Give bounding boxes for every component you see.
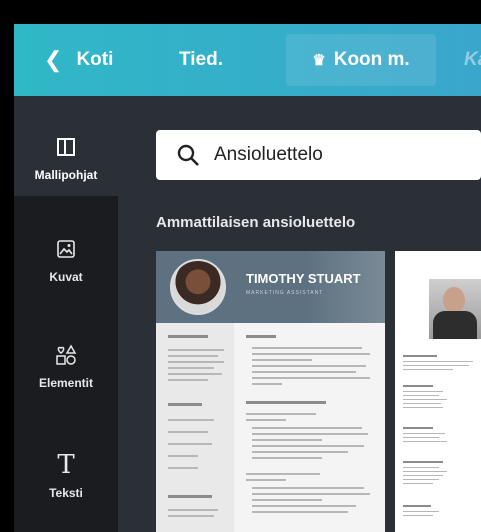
templates-icon bbox=[57, 132, 75, 162]
template-card[interactable] bbox=[395, 251, 481, 532]
template-name: TIMOTHY STUART bbox=[246, 271, 361, 286]
crown-icon: ♛ bbox=[312, 52, 326, 69]
sidebar-item-label: Teksti bbox=[49, 486, 83, 500]
sidebar-item-photos[interactable]: Kuvat bbox=[14, 226, 118, 326]
file-menu-label: Tied. bbox=[179, 49, 223, 70]
sidebar-item-label: Kuvat bbox=[49, 270, 83, 284]
app-frame: ❮ Koti Tied. ♛ Koon m. Ka Mallipohjat Ku… bbox=[0, 0, 481, 532]
search-input[interactable]: Ansioluettelo bbox=[156, 130, 481, 180]
resize-label: Koon m. bbox=[333, 49, 410, 70]
back-home-label: Koti bbox=[76, 49, 114, 70]
truncated-menu-label: Ka bbox=[464, 49, 481, 70]
sidebar-item-label: Mallipohjat bbox=[34, 168, 98, 182]
resize-button[interactable]: ♛ Koon m. bbox=[286, 34, 436, 86]
truncated-menu-item[interactable]: Ka bbox=[464, 49, 481, 71]
sidebar-item-templates[interactable]: Mallipohjat bbox=[14, 96, 118, 196]
search-value: Ansioluettelo bbox=[214, 144, 323, 165]
sidebar-item-label: Elementit bbox=[38, 376, 93, 390]
templates-panel: Ansioluettelo Ammattilaisen ansioluettel… bbox=[118, 96, 481, 532]
sidebar: Mallipohjat Kuvat Elementit T Teksti bbox=[14, 96, 118, 532]
text-icon: T bbox=[57, 450, 75, 480]
top-bar: ❮ Koti Tied. ♛ Koon m. Ka bbox=[14, 24, 481, 96]
file-menu-button[interactable]: Tied. bbox=[179, 24, 223, 96]
image-icon bbox=[57, 234, 75, 264]
profile-photo bbox=[429, 279, 481, 339]
chevron-left-icon: ❮ bbox=[44, 47, 63, 72]
template-card[interactable]: TIMOTHY STUART MARKETING ASSISTANT bbox=[156, 251, 385, 532]
section-title: Ammattilaisen ansioluettelo bbox=[156, 214, 356, 231]
sidebar-item-text[interactable]: T Teksti bbox=[14, 434, 118, 532]
profile-photo bbox=[170, 259, 226, 315]
template-role: MARKETING ASSISTANT bbox=[246, 290, 324, 296]
sidebar-item-elements[interactable]: Elementit bbox=[14, 332, 118, 432]
search-icon bbox=[177, 144, 199, 166]
shapes-icon bbox=[55, 340, 77, 370]
back-home-button[interactable]: ❮ Koti bbox=[44, 24, 113, 96]
